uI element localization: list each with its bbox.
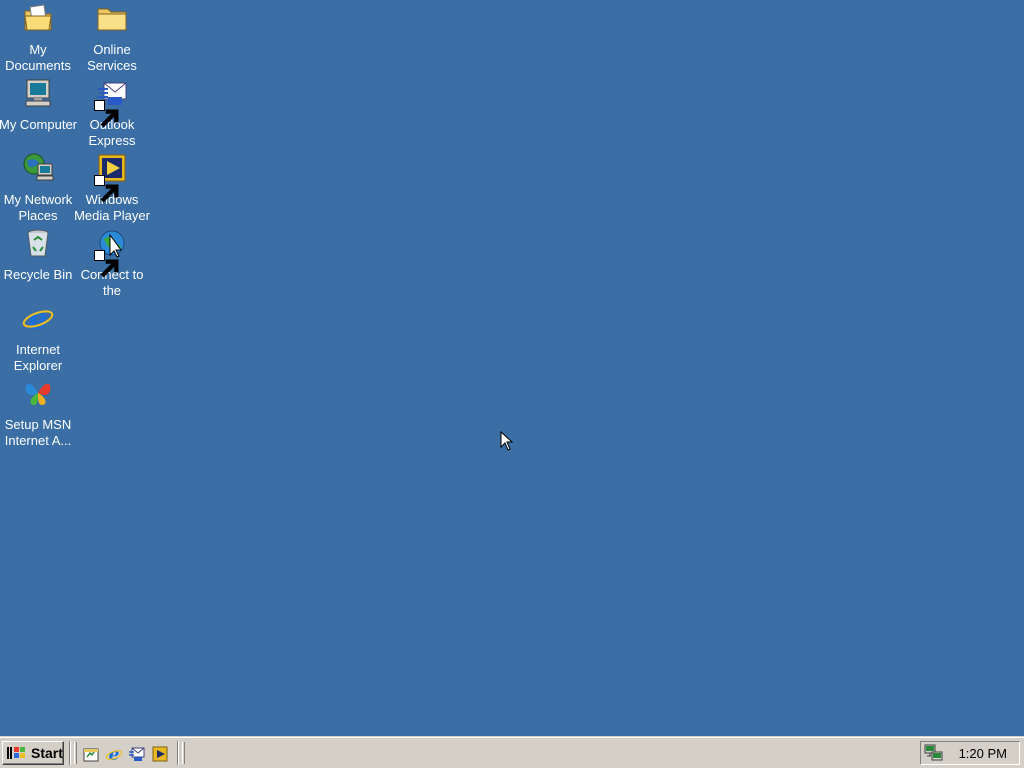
folder-icon xyxy=(96,2,128,34)
desktop-icon-internet-explorer[interactable]: e Internet Explorer xyxy=(0,300,76,375)
quick-launch-outlook-express[interactable] xyxy=(126,743,148,765)
desktop-icon-windows-media-player[interactable]: Windows Media Player xyxy=(74,150,150,225)
taskbar: Start e 1:20 PM xyxy=(0,736,1024,768)
shortcut-arrow-icon xyxy=(94,250,119,278)
desktop-icon-connect-to-internet[interactable]: Connect to the Internet xyxy=(74,225,150,300)
outlook-icon xyxy=(129,747,145,761)
desktop-icon-column-1: My Documents My Computer My Network Plac… xyxy=(0,0,78,450)
desktop-icon-label: Recycle Bin xyxy=(3,267,73,282)
internet-explorer-icon: e xyxy=(22,302,54,334)
start-label: Start xyxy=(31,745,63,761)
desktop-icon-my-documents[interactable]: My Documents xyxy=(0,0,76,75)
recycle-bin-icon xyxy=(22,227,54,259)
desktop-icon-my-computer[interactable]: My Computer xyxy=(0,75,78,150)
shortcut-arrow-icon xyxy=(94,175,119,203)
desktop-icon-outlook-express[interactable]: Outlook Express xyxy=(74,75,150,150)
desktop[interactable]: My Documents My Computer My Network Plac… xyxy=(0,0,1024,736)
desktop-icon-recycle-bin[interactable]: Recycle Bin xyxy=(0,225,76,300)
desktop-icon-label: My Documents xyxy=(5,42,71,73)
outlook-express-icon xyxy=(94,77,128,128)
desktop-icon-column-2: Online Services Outlook Express Windows … xyxy=(74,0,150,300)
desktop-icon-label: Internet Explorer xyxy=(13,342,63,373)
desktop-icon-online-services[interactable]: Online Services xyxy=(74,0,150,75)
media-player-icon xyxy=(152,746,168,762)
media-player-icon xyxy=(94,152,128,203)
my-documents-icon xyxy=(22,2,54,34)
clock[interactable]: 1:20 PM xyxy=(959,746,1007,761)
desktop-icon-label: Setup MSN Internet A... xyxy=(4,417,72,448)
show-desktop-icon xyxy=(83,748,99,762)
taskbar-separator xyxy=(177,741,179,765)
connect-internet-icon xyxy=(94,227,128,278)
desktop-icon-label: My Computer xyxy=(0,117,78,132)
svg-text:e: e xyxy=(109,745,120,763)
my-network-places-icon xyxy=(22,152,54,184)
desktop-icon-setup-msn[interactable]: Setup MSN Internet A... xyxy=(0,375,76,450)
quick-launch-show-desktop[interactable] xyxy=(80,743,102,765)
msn-butterfly-icon xyxy=(22,377,54,409)
windows-logo-icon xyxy=(7,747,25,759)
network-connection-icon[interactable] xyxy=(924,744,944,762)
system-tray: 1:20 PM xyxy=(920,741,1020,765)
mouse-cursor-icon xyxy=(500,431,514,451)
quick-launch-media-player[interactable] xyxy=(149,743,171,765)
taskbar-separator xyxy=(69,741,71,765)
desktop-icon-my-network-places[interactable]: My Network Places xyxy=(0,150,76,225)
desktop-icon-label: My Network Places xyxy=(3,192,73,223)
taskbar-buttons-grip[interactable] xyxy=(182,742,185,764)
quick-launch-grip[interactable] xyxy=(74,742,77,764)
start-button[interactable]: Start xyxy=(2,741,64,765)
ie-icon: e xyxy=(105,745,123,763)
desktop-icon-label: Online Services xyxy=(87,42,137,73)
svg-text:e: e xyxy=(28,302,47,334)
shortcut-arrow-icon xyxy=(94,100,119,128)
my-computer-icon xyxy=(22,77,54,109)
quick-launch-internet-explorer[interactable]: e xyxy=(103,743,125,765)
